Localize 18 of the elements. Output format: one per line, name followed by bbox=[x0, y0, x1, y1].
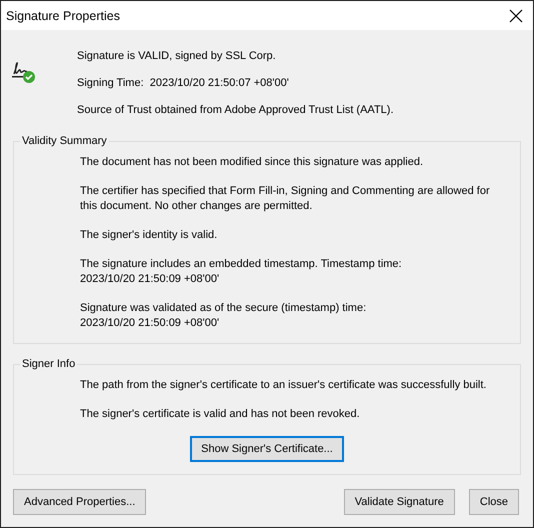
section-title: Signer Info bbox=[21, 358, 76, 370]
dialog-button[interactable]: Advanced Properties... bbox=[13, 489, 146, 515]
signature-info-text: Signature is VALID, signed by SSL Corp. bbox=[77, 50, 277, 63]
dialog-button[interactable]: Show Signer's Certificate... bbox=[190, 436, 344, 462]
status-text: The signer's certificate is valid and has not been revoked. bbox=[80, 407, 361, 422]
dialog-button[interactable]: Close bbox=[468, 489, 519, 515]
status-text: The path from the signer's certificate to an issuer's certificate was successfully built. bbox=[80, 378, 488, 393]
signature-info-text: Signing Time: 2023/10/20 21:50:07 +08'00' bbox=[77, 77, 290, 90]
status-text: The signer's identity is valid. bbox=[80, 228, 218, 243]
status-text: The certifier has specified that Form Fill-in, Signing and Commenting are allowed for this document. No other changes are permitted. bbox=[80, 184, 491, 214]
window-title: Signature Properties bbox=[6, 8, 120, 22]
dialog-button[interactable]: Validate Signature bbox=[344, 489, 455, 515]
status-text: Signature was validated as of the secure (timestamp) time: 2023/10/20 21:50:09 +08'00' bbox=[80, 301, 368, 331]
status-text: The document has not been modified since this signature was applied. bbox=[80, 155, 424, 170]
status-text: The signature includes an embedded timestamp. Timestamp time: 2023/10/20 21:50:09 +08'00' bbox=[80, 257, 403, 287]
signature-info-text: Source of Trust obtained from Adobe Approved Trust List (AATL). bbox=[77, 104, 394, 117]
section-title: Validity Summary bbox=[21, 135, 108, 147]
close-button[interactable] bbox=[507, 6, 525, 24]
